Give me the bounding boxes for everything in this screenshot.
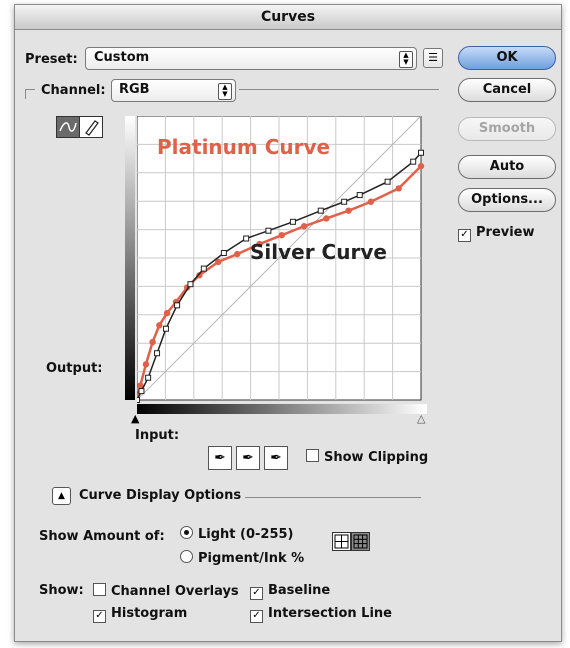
platinum-curve-point[interactable] [142,361,150,368]
smooth-button[interactable]: Smooth [458,117,556,141]
intersection-line-checkbox[interactable]: ✓ Intersection Line [250,606,392,623]
simple-grid-icon[interactable] [332,532,351,551]
intersection-line-label: Intersection Line [268,606,392,621]
platinum-curve-point[interactable] [163,309,171,317]
show-clipping-checkbox[interactable]: Show Clipping [306,449,428,465]
cancel-button[interactable]: Cancel [458,78,556,102]
silver-curve-point[interactable] [138,388,145,395]
silver-curve-point[interactable] [289,218,296,225]
preset-label: Preset: [25,52,78,67]
preset-dropdown[interactable]: Custom ▲ ▼ [85,47,417,70]
baseline-label: Baseline [268,583,331,598]
silver-curve-point[interactable] [265,227,272,234]
platinum-curve-point[interactable] [345,207,352,214]
pigment-radio-button[interactable] [180,550,193,563]
baseline-box[interactable]: ✓ [250,587,263,600]
ok-button[interactable]: OK [458,46,556,70]
output-gradient-bar [125,116,135,400]
channel-value: RGB [119,82,150,97]
black-point-slider-icon[interactable]: ▲ [131,413,139,424]
platinum-curve-point[interactable] [367,198,375,205]
platinum-curve-point[interactable] [417,162,425,170]
silver-curve-point[interactable] [174,302,181,309]
silver-curve-point[interactable] [356,192,363,199]
show-clipping-label: Show Clipping [324,450,429,465]
preset-options-icon[interactable]: ☰ [423,48,443,68]
platinum-curve-point[interactable] [156,322,163,329]
channel-overlays-label: Channel Overlays [111,584,239,599]
preset-value: Custom [94,50,150,65]
gray-eyedropper-icon[interactable]: ✒ [236,446,260,470]
input-gradient-bar [137,404,427,414]
show-label: Show: [39,583,84,598]
silver-curve-point[interactable] [341,198,348,205]
silver-curve-point[interactable] [418,149,424,156]
channel-stepper-icon: ▲ ▼ [218,83,232,100]
platinum-curve-point[interactable] [300,223,308,230]
platinum-curve-point[interactable] [278,231,285,239]
channel-group-line-left [25,89,35,90]
show-clipping-box[interactable] [306,449,319,462]
platinum-curve-label: Platinum Curve [157,135,330,159]
silver-curve-point[interactable] [187,281,194,288]
silver-curve-label: Silver Curve [250,240,387,264]
intersection-line-box[interactable]: ✓ [250,610,263,623]
preview-checkbox[interactable]: ✓ Preview [458,225,535,242]
preview-label: Preview [476,225,535,240]
white-point-slider-icon[interactable]: △ [417,413,425,424]
light-radio-button[interactable] [180,526,193,539]
detailed-grid-icon[interactable] [351,532,370,551]
curve-graph[interactable]: Platinum Curve Silver Curve [137,116,437,403]
pigment-radio-label: Pigment/Ink % [198,551,305,566]
histogram-box[interactable]: ✓ [93,610,106,623]
output-label: Output: [46,361,103,376]
window-title: Curves [15,5,561,30]
silver-curve-point[interactable] [384,178,391,185]
silver-curve-point[interactable] [220,249,227,256]
platinum-curve-point[interactable] [323,215,330,222]
platinum-curve-point[interactable] [149,338,156,346]
collapse-display-options-icon[interactable]: ▲ [52,487,71,505]
channel-overlays-box[interactable] [93,583,106,596]
silver-curve-point[interactable] [154,350,161,357]
silver-curve-point[interactable] [200,265,207,272]
curves-dialog: Curves Preset: Custom ▲ ▼ ☰ Channel: RGB … [14,4,562,642]
silver-curve-point[interactable] [317,207,324,214]
platinum-curve-point[interactable] [395,185,402,192]
histogram-label: Histogram [111,606,188,621]
histogram-checkbox[interactable]: ✓ Histogram [93,606,187,623]
options-button[interactable]: Options... [458,188,556,212]
silver-curve-point[interactable] [145,374,152,381]
show-amount-label: Show Amount of: [39,529,165,544]
input-label: Input: [135,428,180,443]
white-eyedropper-icon[interactable]: ✒ [264,446,288,470]
pigment-radio[interactable]: Pigment/Ink % [180,550,304,566]
channel-group-edge [25,89,26,99]
black-eyedropper-icon[interactable]: ✒ [208,446,232,470]
silver-curve-point[interactable] [243,235,250,242]
silver-curve-point[interactable] [137,397,140,403]
channel-group-line-right [239,89,439,90]
auto-button[interactable]: Auto [458,155,556,179]
curve-point-tool-icon[interactable] [56,116,80,138]
silver-curve-point[interactable] [410,158,417,165]
light-radio[interactable]: Light (0-255) [180,526,294,542]
light-radio-label: Light (0-255) [198,527,294,542]
channel-label: Channel: [41,83,106,98]
pencil-tool-icon[interactable] [79,116,103,138]
baseline-checkbox[interactable]: ✓ Baseline [250,583,330,600]
preset-stepper-icon: ▲ ▼ [399,51,413,68]
channel-dropdown[interactable]: RGB ▲ ▼ [111,79,236,102]
silver-curve-point[interactable] [162,325,169,332]
channel-overlays-checkbox[interactable]: Channel Overlays [93,583,239,599]
preview-box[interactable]: ✓ [458,229,471,242]
platinum-curve-point[interactable] [234,250,241,258]
display-options-title: Curve Display Options [79,488,242,503]
display-options-divider [245,497,421,498]
